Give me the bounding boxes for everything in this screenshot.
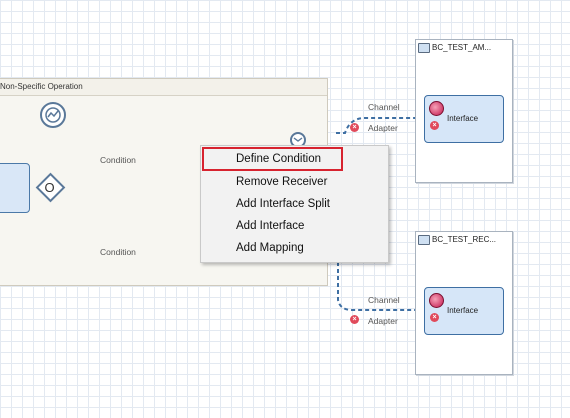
menu-item-remove-receiver[interactable]: Remove Receiver xyxy=(202,171,387,193)
timer-event-icon[interactable] xyxy=(40,102,66,128)
error-icon: × xyxy=(430,121,439,130)
interface-box[interactable]: × Interface xyxy=(424,287,504,335)
edge-label-adapter-top: Adapter xyxy=(368,123,398,133)
edge-label-channel-top: Channel xyxy=(368,102,400,112)
interface-icon xyxy=(429,101,444,116)
interface-box[interactable]: × Interface xyxy=(424,95,504,143)
monitor-icon xyxy=(418,234,430,245)
receiver-title: BC_TEST_AM... xyxy=(432,43,492,52)
edge-label-condition-top: Condition xyxy=(100,155,136,165)
error-icon: × xyxy=(430,313,439,322)
menu-item-add-interface-split[interactable]: Add Interface Split xyxy=(202,193,387,215)
menu-item-define-condition[interactable]: Define Condition xyxy=(202,147,343,171)
context-menu: Define Condition Remove Receiver Add Int… xyxy=(200,145,389,263)
error-icon: × xyxy=(350,315,359,324)
left-task[interactable]: t xyxy=(0,163,30,213)
interface-label: Interface xyxy=(447,114,479,123)
receiver-panel[interactable]: BC_TEST_REC... × Interface xyxy=(415,231,513,375)
gateway-symbol: O xyxy=(44,180,55,195)
edge-label-adapter-bottom: Adapter xyxy=(368,316,398,326)
monitor-icon xyxy=(418,42,430,53)
error-icon: × xyxy=(350,123,359,132)
receiver-title: BC_TEST_REC... xyxy=(432,235,497,244)
menu-item-add-mapping[interactable]: Add Mapping xyxy=(202,237,387,259)
edge-label-channel-bottom: Channel xyxy=(368,295,400,305)
menu-item-add-interface[interactable]: Add Interface xyxy=(202,215,387,237)
pool-title: Non-Specific Operation xyxy=(0,79,327,96)
receiver-panel[interactable]: BC_TEST_AM... × Interface xyxy=(415,39,513,183)
interface-icon xyxy=(429,293,444,308)
edge-label-condition-bottom: Condition xyxy=(100,247,136,257)
interface-label: Interface xyxy=(447,306,479,315)
